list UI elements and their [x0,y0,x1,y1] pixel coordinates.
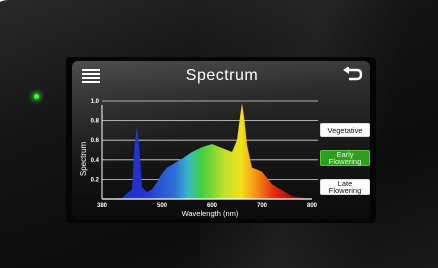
x-tick-label: 380 [97,203,108,209]
y-tick-label: 0.4 [91,158,100,164]
x-tick-label: 800 [307,203,318,209]
x-axis-label: Wavelength (nm) [182,209,239,218]
preset-late-flowering-button[interactable]: Late Flowering [320,179,370,195]
y-ticks: 1.0 0.8 0.6 0.4 0.2 [91,99,100,183]
preset-early-flowering-button[interactable]: Early Flowering [320,150,370,166]
y-tick-label: 0.8 [91,119,100,125]
y-tick-label: 0.6 [91,138,100,144]
power-indicator-led [34,94,39,99]
y-tick-label: 1.0 [91,99,100,105]
x-tick-label: 500 [157,203,168,209]
preset-vegetative-button[interactable]: Vegetative [320,123,370,137]
touch-screen: Spectrum Spectrum 1.0 0.8 0.6 0.4 0.2 38… [72,61,370,219]
spectrum-area [102,103,312,199]
x-tick-label: 700 [257,203,268,209]
y-axis-label: Spectrum [79,142,88,177]
controller-photo: Spectrum Spectrum 1.0 0.8 0.6 0.4 0.2 38… [0,0,438,268]
spectrum-chart: Spectrum 1.00.80.60.40.2 380 500 600 700 800… [79,99,318,218]
y-tick-label: 0.2 [91,177,100,183]
